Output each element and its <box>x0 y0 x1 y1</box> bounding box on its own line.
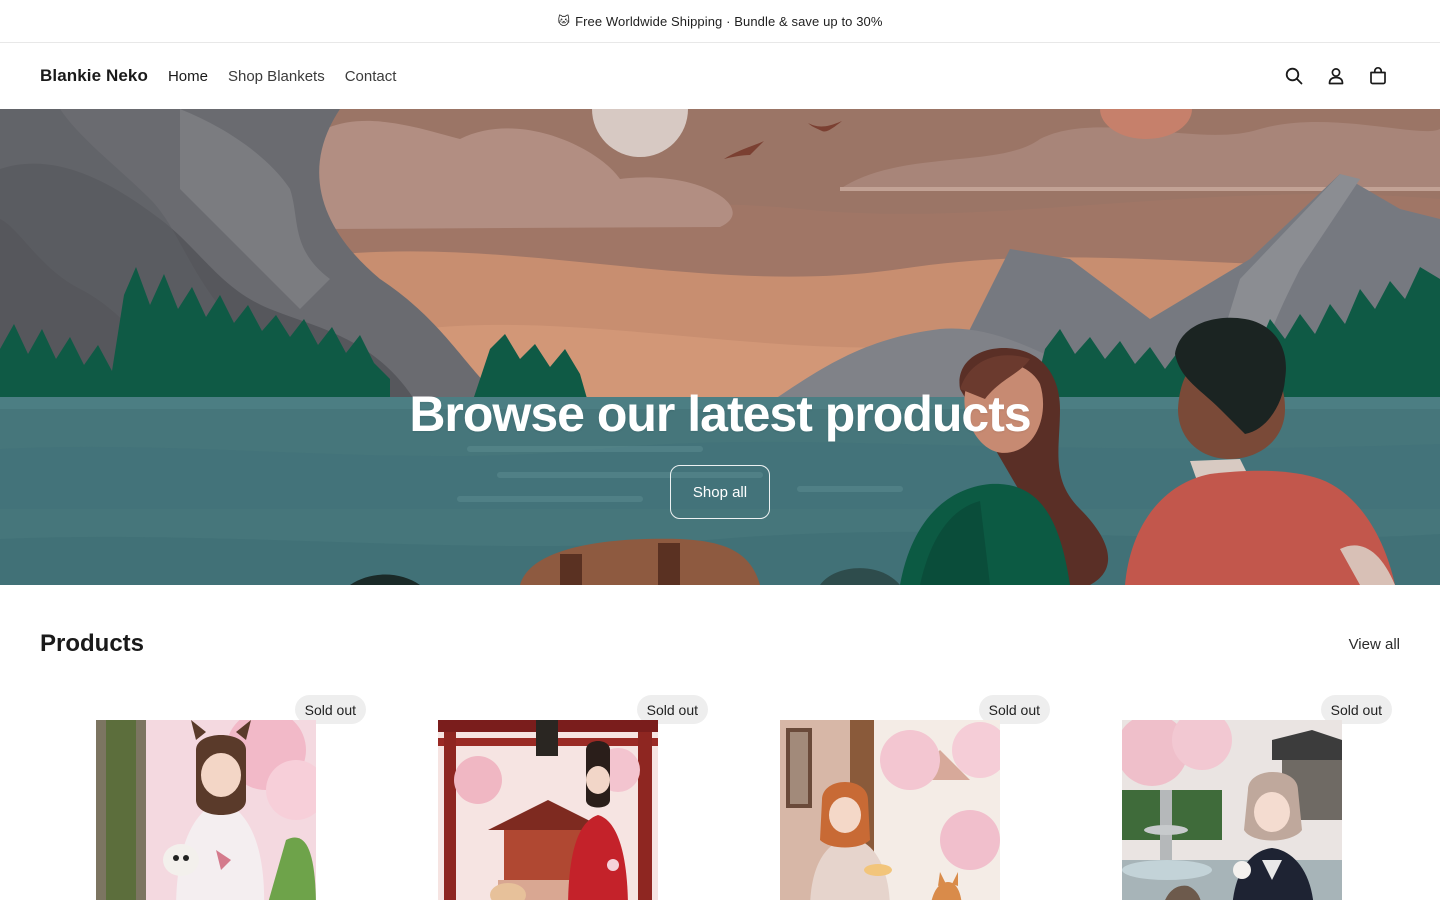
announcement-bar: 🐱 Free Worldwide Shipping · Bundle & sav… <box>0 0 1440 43</box>
product-image[interactable] <box>1122 720 1342 900</box>
nav-shop-blankets[interactable]: Shop Blankets <box>228 68 325 85</box>
hero-title: Browse our latest products <box>409 386 1031 442</box>
products-title: Products <box>40 630 145 657</box>
cat-face-icon: 🐱 <box>557 14 571 28</box>
product-card[interactable]: Sold out <box>382 695 708 900</box>
product-card[interactable]: Sold out <box>40 695 366 900</box>
site-header: Blankie Neko Home Shop Blankets Contact <box>0 43 1440 109</box>
account-icon[interactable] <box>1326 66 1346 86</box>
hero-content: Browse our latest products Shop all <box>0 109 1440 585</box>
cart-icon[interactable] <box>1368 66 1388 86</box>
brand-logo[interactable]: Blankie Neko <box>40 66 148 86</box>
products-section-header: Products View all <box>40 630 1400 658</box>
announcement-text: Free Worldwide Shipping · Bundle & save … <box>575 13 883 29</box>
main-nav: Home Shop Blankets Contact <box>168 68 396 85</box>
product-image[interactable] <box>96 720 316 900</box>
product-image[interactable] <box>438 720 658 900</box>
product-image[interactable] <box>780 720 1000 900</box>
view-all-link[interactable]: View all <box>1349 636 1400 653</box>
hero-banner: Browse our latest products Shop all <box>0 109 1440 585</box>
product-card[interactable]: Sold out <box>1066 695 1392 900</box>
nav-contact[interactable]: Contact <box>345 68 397 85</box>
search-icon[interactable] <box>1284 66 1304 86</box>
shop-all-button[interactable]: Shop all <box>670 465 770 519</box>
header-icons <box>1284 66 1388 86</box>
nav-home[interactable]: Home <box>168 68 208 85</box>
product-card[interactable]: Sold out <box>724 695 1050 900</box>
